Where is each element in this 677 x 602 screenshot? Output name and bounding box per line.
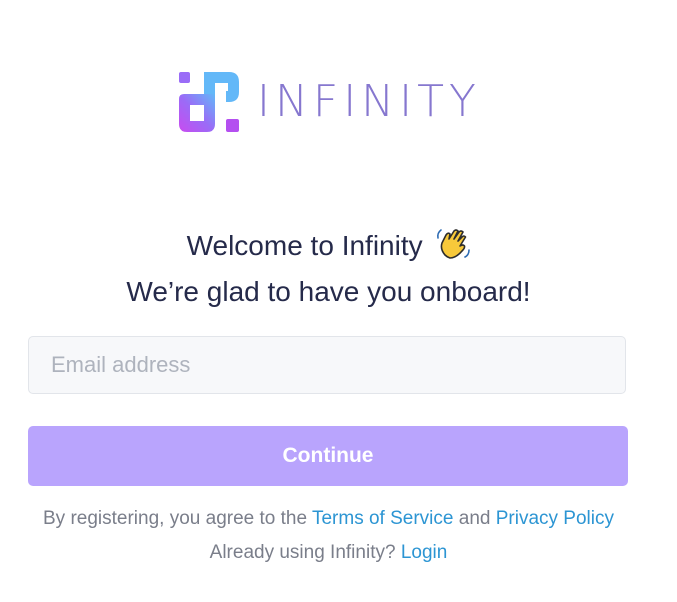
terms-line: By registering, you agree to the Terms o…: [0, 506, 657, 532]
brand-logo: INFINITY: [179, 72, 481, 132]
continue-button[interactable]: Continue: [28, 426, 628, 486]
terms-of-service-link[interactable]: Terms of Service: [312, 508, 453, 529]
terms-and: and: [458, 508, 491, 529]
terms-prefix: By registering, you agree to the: [43, 508, 308, 529]
welcome-subtitle: We’re glad to have you onboard!: [126, 276, 531, 307]
already-using-text: Already using Infinity?: [209, 542, 396, 563]
privacy-policy-link[interactable]: Privacy Policy: [496, 508, 614, 529]
signup-page: INFINITY Welcome to Infinity We’re glad …: [0, 0, 677, 602]
brand-name: INFINITY: [257, 76, 481, 127]
login-link[interactable]: Login: [401, 542, 448, 563]
login-line: Already using Infinity? Login: [0, 540, 657, 566]
welcome-line: Welcome to Infinity: [0, 226, 657, 266]
welcome-heading: Welcome to Infinity We’re glad to have y…: [0, 226, 657, 312]
legal-notice: By registering, you agree to the Terms o…: [0, 506, 657, 566]
welcome-title: Welcome to Infinity: [186, 230, 423, 261]
infinity-logo-icon: [179, 72, 239, 132]
waving-hand-icon: [437, 229, 471, 259]
email-field[interactable]: [28, 336, 626, 394]
